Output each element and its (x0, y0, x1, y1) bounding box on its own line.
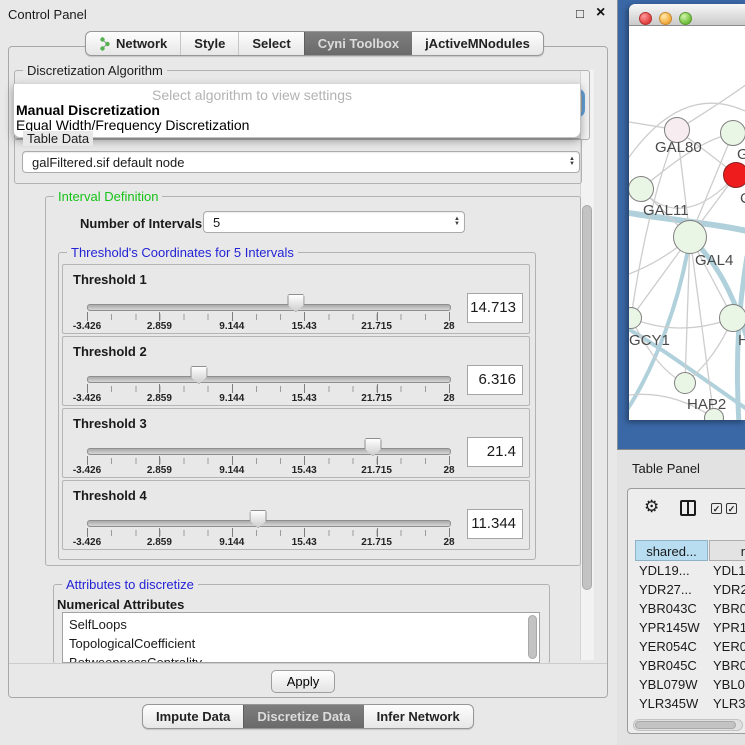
threshold-2-value[interactable]: 6.316 (467, 365, 523, 395)
node-label: H (738, 332, 745, 349)
threshold-1-box: Threshold 1 -3.426 2.859 9.144 15.43 21.… (62, 264, 530, 334)
table-panel-title: Table Panel (632, 461, 700, 476)
dropdown-option-manual[interactable]: Manual Discretization (16, 102, 160, 118)
top-tab-bar: Network Style Select Cyni Toolbox jActiv… (85, 31, 544, 56)
content-scrollbar-thumb[interactable] (582, 205, 592, 590)
algorithm-dropdown-popup: Select algorithm to view settings Manual… (13, 84, 581, 138)
threshold-2-label: Threshold 2 (73, 344, 147, 359)
tab-infer-network[interactable]: Infer Network (364, 705, 473, 728)
combo-stepper-icon: ▲▼ (454, 213, 460, 231)
node-label-gcy1: GCY1 (629, 332, 670, 349)
tab-cyni-toolbox[interactable]: Cyni Toolbox (304, 32, 412, 55)
table-row[interactable]: YDR27...YDR2 (635, 580, 745, 599)
node-label-hap2: HAP2 (687, 396, 726, 413)
threshold-3-scale: -3.426 2.859 9.144 15.43 21.715 28 (87, 465, 449, 477)
table-data-combo[interactable]: galFiltered.sif default node ▲▼ (22, 151, 580, 173)
network-node-selected[interactable] (723, 162, 745, 188)
column-header-shared-name[interactable]: shared... (635, 540, 708, 561)
threshold-2-scale: -3.426 2.859 9.144 15.43 21.715 28 (87, 393, 449, 405)
attribute-item[interactable]: BetweennessCentrality (69, 653, 539, 663)
divider (9, 663, 607, 664)
float-window-icon[interactable]: □ (576, 6, 584, 21)
threshold-4-label: Threshold 4 (73, 488, 147, 503)
checkbox-icon[interactable]: ✓ (726, 503, 737, 514)
threshold-3-slider-thumb[interactable] (364, 438, 381, 456)
tab-impute-data[interactable]: Impute Data (143, 705, 243, 728)
node-label-gal11: GAL11 (643, 202, 689, 219)
tab-select[interactable]: Select (238, 32, 303, 55)
minimize-traffic-light-icon[interactable] (659, 12, 672, 25)
num-intervals-combo[interactable]: 5 ▲▼ (203, 211, 465, 233)
table-row[interactable]: YLR345WYLR3 (635, 694, 745, 713)
thresholds-group-title: Threshold's Coordinates for 5 Intervals (67, 245, 298, 260)
close-traffic-light-icon[interactable] (639, 12, 652, 25)
tab-discretize-data[interactable]: Discretize Data (243, 705, 363, 728)
network-view-window[interactable]: GAL80 G C GAL11 GAL4 GCY1 H HAP2 (629, 4, 745, 420)
network-icon (99, 37, 111, 51)
tab-style[interactable]: Style (180, 32, 238, 55)
table-row[interactable]: YBL079WYBL0 (635, 675, 745, 694)
network-canvas[interactable]: GAL80 G C GAL11 GAL4 GCY1 H HAP2 (629, 26, 745, 420)
network-node[interactable] (719, 304, 745, 332)
table-row[interactable]: YBR043CYBR0 (635, 599, 745, 618)
node-label: G (737, 146, 745, 163)
interval-definition-title: Interval Definition (54, 189, 162, 204)
bottom-tab-bar: Impute Data Discretize Data Infer Networ… (142, 704, 474, 729)
attributes-list-scrollbar-thumb[interactable] (528, 615, 537, 659)
threshold-2-box: Threshold 2 -3.426 2.859 9.144 15.43 21.… (62, 336, 530, 406)
threshold-2-slider-thumb[interactable] (190, 366, 207, 384)
table-hscrollbar-thumb[interactable] (635, 721, 736, 729)
threshold-3-label: Threshold 3 (73, 416, 147, 431)
network-node[interactable] (720, 120, 745, 146)
numerical-attributes-label: Numerical Attributes (57, 597, 184, 612)
attribute-item[interactable]: TopologicalCoefficient (69, 634, 539, 653)
threshold-1-slider-thumb[interactable] (287, 294, 304, 312)
tab-jactivemnodules[interactable]: jActiveMNodules (412, 32, 543, 55)
table-row[interactable]: YPR145WYPR1 (635, 618, 745, 637)
gear-icon[interactable]: ⚙ (644, 497, 659, 517)
panel-title: Control Panel (8, 7, 87, 22)
tab-network[interactable]: Network (86, 32, 180, 55)
threshold-4-box: Threshold 4 -3.426 2.859 9.144 15.43 21.… (62, 480, 530, 550)
threshold-4-slider-thumb[interactable] (250, 510, 267, 528)
threshold-1-label: Threshold 1 (73, 272, 147, 287)
table-data-title: Table Data (23, 131, 93, 146)
table-row[interactable]: YIL052CYIL0 (635, 713, 745, 718)
combo-stepper-icon: ▲▼ (569, 153, 575, 171)
dropdown-prompt: Select algorithm to view settings (14, 87, 490, 103)
application-window: Control Panel □ × Network Style Select C… (0, 0, 745, 745)
attributes-list[interactable]: SelfLoops TopologicalCoefficient Between… (62, 612, 540, 663)
content-scrollbar[interactable] (580, 70, 594, 660)
table-hscrollbar[interactable] (633, 719, 743, 731)
checkbox-icon[interactable]: ✓ (711, 503, 722, 514)
table-row[interactable]: YBR045CYBR0 (635, 656, 745, 675)
node-label-gal80: GAL80 (655, 139, 702, 156)
threshold-3-value[interactable]: 21.4 (467, 437, 523, 467)
network-window-titlebar[interactable] (629, 4, 745, 26)
table-row[interactable]: YDL19...YDL1 (635, 561, 745, 580)
attributes-group-title: Attributes to discretize (62, 577, 198, 592)
apply-button[interactable]: Apply (271, 670, 335, 693)
threshold-4-value[interactable]: 11.344 (467, 509, 523, 539)
close-icon[interactable]: × (596, 4, 605, 22)
node-label: C (740, 190, 745, 207)
column-header-name[interactable]: name (709, 540, 745, 561)
threshold-1-scale: -3.426 2.859 9.144 15.43 21.715 28 (87, 321, 449, 333)
table-rows: YDL19...YDL1 YDR27...YDR2 YBR043CYBR0 YP… (635, 561, 745, 718)
num-intervals-label: Number of Intervals (80, 216, 202, 231)
threshold-4-scale: -3.426 2.859 9.144 15.43 21.715 28 (87, 537, 449, 549)
network-node-gal4[interactable] (673, 220, 707, 254)
network-node-gal11[interactable] (629, 176, 654, 202)
zoom-traffic-light-icon[interactable] (679, 12, 692, 25)
threshold-3-box: Threshold 3 -3.426 2.859 9.144 15.43 21.… (62, 408, 530, 478)
threshold-1-value[interactable]: 14.713 (467, 293, 523, 323)
network-node-hap2[interactable] (674, 372, 696, 394)
attribute-item[interactable]: SelfLoops (69, 615, 539, 634)
column-layout-icon[interactable] (680, 500, 696, 516)
node-label-gal4: GAL4 (695, 252, 733, 269)
table-row[interactable]: YER054CYER0 (635, 637, 745, 656)
discretization-algorithm-title: Discretization Algorithm (23, 63, 167, 78)
